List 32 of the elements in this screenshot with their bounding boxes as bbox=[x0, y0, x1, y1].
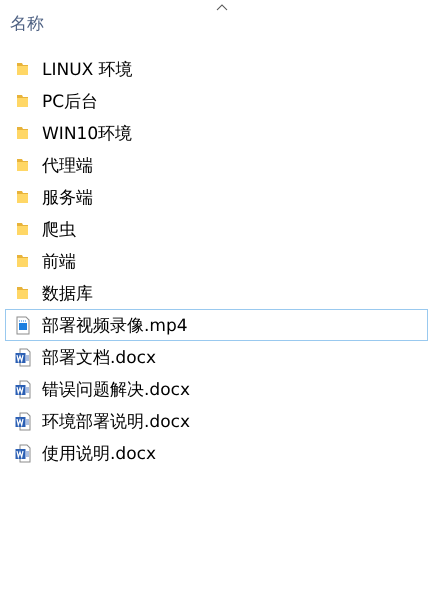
file-name: 服务端 bbox=[42, 186, 93, 208]
column-header[interactable]: 名称 bbox=[10, 12, 44, 45]
file-name: LINUX 环境 bbox=[42, 58, 133, 80]
file-row[interactable]: 部署视频录像.mp4 bbox=[5, 309, 428, 341]
file-name: 数据库 bbox=[42, 282, 93, 304]
file-name: 部署视频录像.mp4 bbox=[42, 314, 188, 336]
file-row[interactable]: 数据库 bbox=[5, 277, 428, 309]
word-document-icon bbox=[15, 412, 31, 430]
file-name: 前端 bbox=[42, 250, 76, 272]
file-row[interactable]: 爬虫 bbox=[5, 213, 428, 245]
file-row[interactable]: 部署文档.docx bbox=[5, 341, 428, 373]
file-name: WIN10环境 bbox=[42, 122, 132, 144]
file-row[interactable]: 使用说明.docx bbox=[5, 437, 428, 469]
file-row[interactable]: 服务端 bbox=[5, 181, 428, 213]
file-name: 代理端 bbox=[42, 154, 93, 176]
file-name: 错误问题解决.docx bbox=[42, 378, 190, 400]
file-name: 爬虫 bbox=[42, 218, 76, 240]
word-document-icon bbox=[15, 380, 31, 398]
video-file-icon bbox=[15, 316, 31, 334]
file-row[interactable]: 环境部署说明.docx bbox=[5, 405, 428, 437]
word-document-icon bbox=[15, 348, 31, 366]
file-row[interactable]: 错误问题解决.docx bbox=[5, 373, 428, 405]
file-name: 部署文档.docx bbox=[42, 346, 156, 368]
file-row[interactable]: LINUX 环境 bbox=[5, 53, 428, 85]
file-name: 使用说明.docx bbox=[42, 442, 156, 464]
file-name: 环境部署说明.docx bbox=[42, 410, 190, 432]
file-row[interactable]: WIN10环境 bbox=[5, 117, 428, 149]
file-row[interactable]: 前端 bbox=[5, 245, 428, 277]
file-name: PC后台 bbox=[42, 90, 98, 112]
word-document-icon bbox=[15, 444, 31, 462]
file-row[interactable]: 代理端 bbox=[5, 149, 428, 181]
file-row[interactable]: PC后台 bbox=[5, 85, 428, 117]
